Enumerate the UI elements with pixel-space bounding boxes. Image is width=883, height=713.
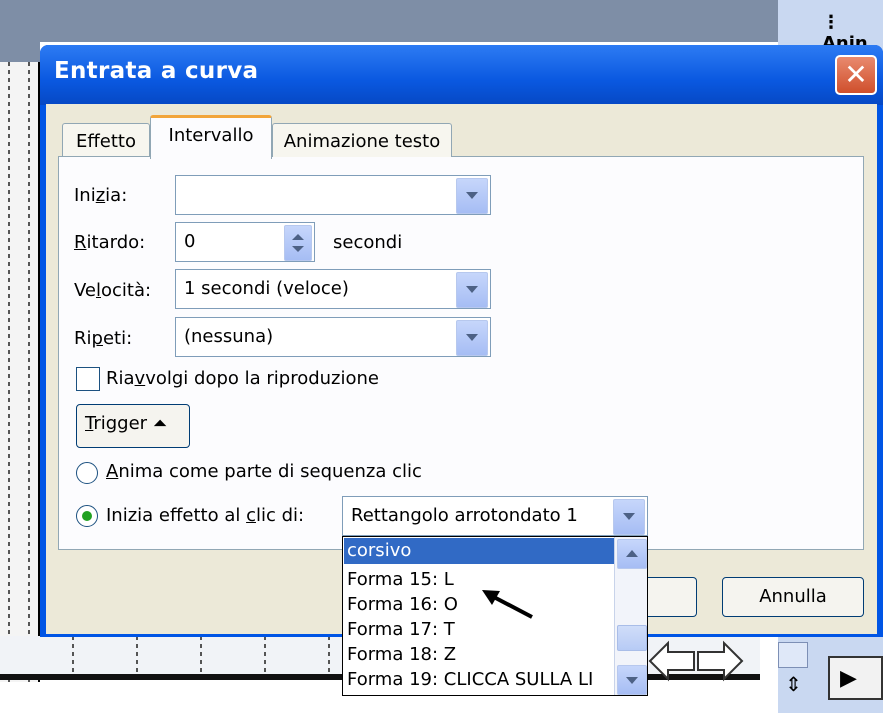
ok-button[interactable]	[645, 577, 697, 617]
dropdown-item[interactable]: Forma 18: Z	[347, 642, 456, 667]
ripeti-select[interactable]: (nessuna)	[175, 317, 491, 357]
velocita-select[interactable]: 1 secondi (veloce)	[175, 269, 491, 309]
trigger-button[interactable]: Trigger ⏶	[76, 404, 190, 448]
inizia-label: Inizia:	[74, 185, 128, 206]
expand-up-icon: ⏶	[152, 413, 168, 434]
dropdown-item-selected[interactable]: corsivo	[344, 538, 616, 564]
play-icon: ▶	[840, 666, 857, 691]
dropdown-item[interactable]: Forma 16: O	[347, 592, 458, 617]
pointer-arrow-icon	[482, 590, 533, 619]
close-button[interactable]: ✕	[835, 55, 877, 95]
trigger-shape-select[interactable]: Rettangolo arrotondato 1	[342, 496, 648, 536]
ritardo-unit: secondi	[333, 232, 403, 253]
scroll-down-icon[interactable]	[617, 665, 647, 695]
chevron-down-icon[interactable]	[456, 320, 488, 356]
velocita-label: Velocità:	[74, 280, 152, 301]
double-arrow-shape	[648, 640, 744, 682]
dropdown-scrollbar[interactable]	[614, 537, 647, 695]
chevron-down-icon[interactable]	[456, 178, 488, 214]
dropdown-item[interactable]: Forma 17: T	[347, 617, 455, 642]
inizia-select[interactable]	[175, 175, 491, 215]
spinner-icon[interactable]	[284, 225, 312, 261]
dropdown-item[interactable]: Forma 15: L	[347, 567, 454, 592]
radio-selected-dot	[82, 511, 92, 521]
task-pane-scroll-button[interactable]	[778, 642, 808, 668]
riavvolgi-label[interactable]: Riavvolgi dopo la riproduzione	[106, 368, 379, 389]
radio-sequenza-label[interactable]: Anima come parte di sequenza clic	[106, 461, 422, 482]
radio-inizia-label[interactable]: Inizia effetto al clic di:	[106, 505, 304, 526]
annulla-button[interactable]: Annulla	[722, 577, 864, 617]
slide-canvas-edge	[0, 62, 40, 682]
radio-sequenza-clic[interactable]	[76, 462, 98, 484]
dropdown-item[interactable]: Forma 19: CLICCA SULLA LI	[347, 667, 593, 692]
tab-effetto[interactable]: Effetto	[62, 123, 150, 157]
close-icon: ✕	[844, 58, 868, 91]
app-background-top	[0, 0, 883, 42]
chevron-down-icon[interactable]	[456, 272, 488, 308]
dialog-title: Entrata a curva	[54, 58, 259, 84]
reorder-icon[interactable]: ⇕	[785, 672, 802, 696]
riavvolgi-checkbox[interactable]	[76, 367, 100, 391]
tab-intervallo[interactable]: Intervallo	[150, 115, 272, 159]
scroll-up-icon[interactable]	[617, 539, 647, 569]
chevron-down-icon[interactable]	[613, 499, 645, 535]
radio-inizia-al-clic[interactable]	[76, 505, 98, 527]
tab-animazione-testo[interactable]: Animazione testo	[272, 123, 452, 157]
play-button[interactable]: ▶	[828, 656, 883, 700]
ripeti-label: Ripeti:	[74, 328, 133, 349]
ritardo-label: Ritardo:	[74, 232, 146, 253]
ritardo-input[interactable]: 0	[175, 222, 315, 262]
scrollbar-thumb[interactable]	[617, 625, 647, 651]
